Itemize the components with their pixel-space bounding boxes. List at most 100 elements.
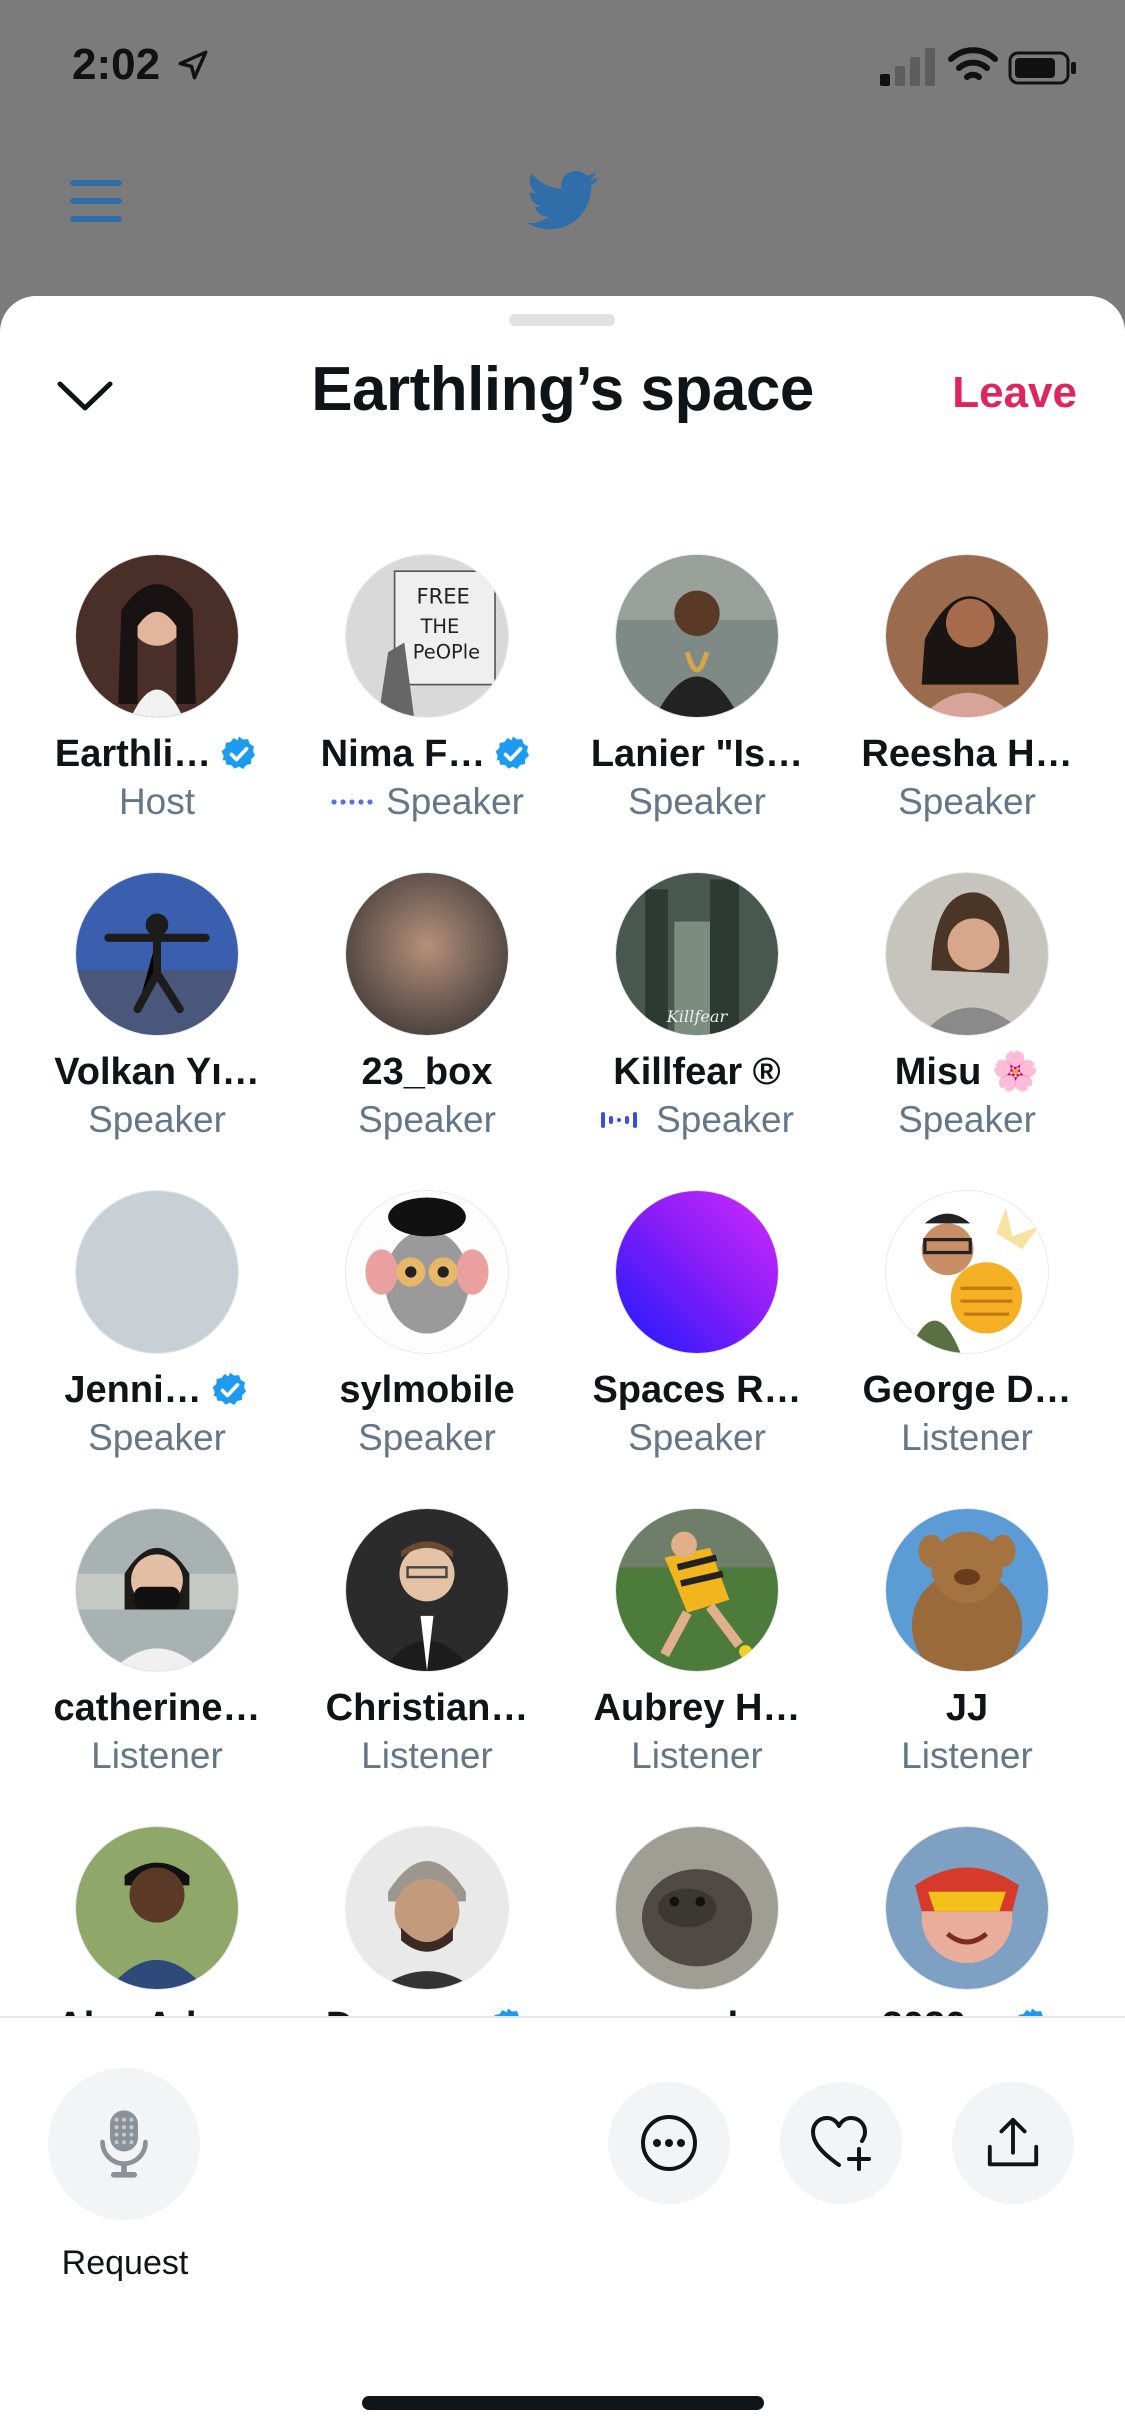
avatar[interactable] — [885, 1826, 1049, 1990]
more-icon — [641, 2115, 697, 2171]
participant-item[interactable]: Aubrey H… Listener — [562, 1508, 832, 1826]
participant-role: Speaker — [386, 781, 524, 822]
participant-role: Speaker — [656, 1099, 794, 1140]
participant-item[interactable]: 23_box Speaker — [292, 872, 562, 1190]
participant-item[interactable]: sylmobile Speaker — [292, 1190, 562, 1508]
participant-role: Listener — [91, 1735, 223, 1776]
avatar[interactable] — [345, 872, 509, 1036]
avatar[interactable] — [885, 872, 1049, 1036]
participant-name-row: Aubrey H… — [594, 1686, 801, 1730]
participant-role-row: Listener — [631, 1734, 763, 1778]
participant-item[interactable]: Volkan Yı… Speaker — [22, 872, 292, 1190]
avatar[interactable] — [615, 1508, 779, 1672]
participant-item[interactable]: JJ Listener — [832, 1508, 1102, 1826]
participant-name: Aubrey H… — [593, 1686, 801, 1729]
react-button[interactable] — [780, 2082, 902, 2204]
participant-role: Speaker — [898, 781, 1036, 822]
menu-icon — [70, 180, 122, 222]
participants-grid: Earthli… Host FREE THE PeOPle Nima F… Speaker L… — [22, 554, 1102, 2144]
participant-name: Earthli… — [54, 732, 212, 775]
participant-item[interactable]: Earthli… Host — [22, 554, 292, 872]
participant-role-row: Speaker — [358, 1098, 496, 1142]
participant-item[interactable]: FREE THE PeOPle Nima F… Speaker — [292, 554, 562, 872]
avatar[interactable]: Killfear — [615, 872, 779, 1036]
background-header — [0, 150, 1125, 270]
sheet-grabber[interactable] — [509, 314, 615, 326]
participant-role: Speaker — [358, 1417, 496, 1458]
participant-item[interactable]: Christian… Listener — [292, 1508, 562, 1826]
svg-text:Killfear: Killfear — [666, 1007, 729, 1026]
twitter-bird-icon — [526, 170, 599, 230]
avatar[interactable] — [75, 1190, 239, 1354]
avatar[interactable] — [345, 1826, 509, 1990]
participant-name: JJ — [945, 1686, 989, 1729]
participant-role-row: Speaker — [628, 780, 766, 824]
participant-role: Listener — [361, 1735, 493, 1776]
participant-name-row: Christian… — [326, 1686, 529, 1730]
participant-role-row: Speaker — [600, 1098, 794, 1142]
participant-item[interactable]: Jenni… Speaker — [22, 1190, 292, 1508]
participant-role-row: Listener — [361, 1734, 493, 1778]
avatar[interactable] — [75, 1508, 239, 1672]
participant-role: Speaker — [898, 1099, 1036, 1140]
participant-role-row: Speaker — [330, 780, 524, 824]
participant-name: Volkan Yı… — [54, 1050, 260, 1093]
leave-button[interactable]: Leave — [952, 368, 1077, 418]
participant-name: Spaces R… — [592, 1368, 802, 1411]
participant-name-row: George D… — [862, 1368, 1071, 1412]
participant-name-row: Reesha H… — [861, 732, 1072, 776]
participant-item[interactable]: catherine… Listener — [22, 1508, 292, 1826]
request-label: Request — [61, 2244, 189, 2282]
collapse-button[interactable] — [50, 360, 120, 430]
participant-role: Listener — [631, 1735, 763, 1776]
participant-role-row: Speaker — [898, 780, 1036, 824]
avatar[interactable] — [615, 554, 779, 718]
participant-name: Reesha H… — [861, 732, 1073, 775]
participant-role: Host — [118, 781, 196, 822]
home-indicator[interactable] — [362, 2396, 764, 2410]
battery-icon — [1008, 51, 1076, 85]
participant-role: Listener — [901, 1417, 1033, 1458]
participant-name: Misu 🌸 — [894, 1051, 1040, 1093]
more-button[interactable] — [608, 2082, 730, 2204]
participant-name-row: Nima F… — [321, 732, 534, 776]
participant-name-row: sylmobile — [339, 1368, 514, 1412]
participant-role-row: Speaker — [358, 1416, 496, 1460]
participant-name: Killfear ® — [613, 1050, 781, 1093]
share-button[interactable] — [952, 2082, 1074, 2204]
participant-role-row: Speaker — [628, 1416, 766, 1460]
participant-item[interactable]: George D… Listener — [832, 1190, 1102, 1508]
avatar[interactable] — [75, 1826, 239, 1990]
participant-name-row: Spaces R… — [592, 1368, 801, 1412]
share-icon — [987, 2117, 1039, 2167]
participant-name-row: Jenni… — [64, 1368, 249, 1412]
participant-role: Listener — [901, 1735, 1033, 1776]
avatar[interactable] — [885, 1508, 1049, 1672]
avatar[interactable] — [345, 1190, 509, 1354]
avatar[interactable] — [75, 872, 239, 1036]
avatar[interactable] — [615, 1190, 779, 1354]
avatar[interactable] — [615, 1826, 779, 1990]
svg-text:THE: THE — [420, 615, 460, 638]
status-bar: 2:02 — [0, 0, 1125, 130]
participant-name-row: Earthli… — [55, 732, 259, 776]
avatar[interactable] — [885, 554, 1049, 718]
request-mic-button[interactable] — [48, 2068, 200, 2220]
participant-item[interactable]: Lanier "Is… Speaker — [562, 554, 832, 872]
participant-name-row: Misu 🌸 — [895, 1050, 1039, 1094]
avatar[interactable] — [345, 1508, 509, 1672]
participant-item[interactable]: Misu 🌸 Speaker — [832, 872, 1102, 1190]
avatar[interactable]: FREE THE PeOPle — [345, 554, 509, 718]
participant-item[interactable]: Spaces R… Speaker — [562, 1190, 832, 1508]
participant-name-row: JJ — [946, 1686, 988, 1730]
avatar[interactable] — [885, 1190, 1049, 1354]
participant-name: Lanier "Is… — [590, 732, 804, 775]
participant-name-row: Lanier "Is… — [591, 732, 803, 776]
participant-name-row: Volkan Yı… — [54, 1050, 260, 1094]
avatar[interactable] — [75, 554, 239, 718]
participant-role: Speaker — [358, 1099, 496, 1140]
participant-name: Nima F… — [320, 732, 486, 775]
speaking-bars-icon — [601, 1112, 638, 1128]
participant-item[interactable]: Reesha H… Speaker — [832, 554, 1102, 872]
participant-item[interactable]: Killfear Killfear ® Speaker — [562, 872, 832, 1190]
